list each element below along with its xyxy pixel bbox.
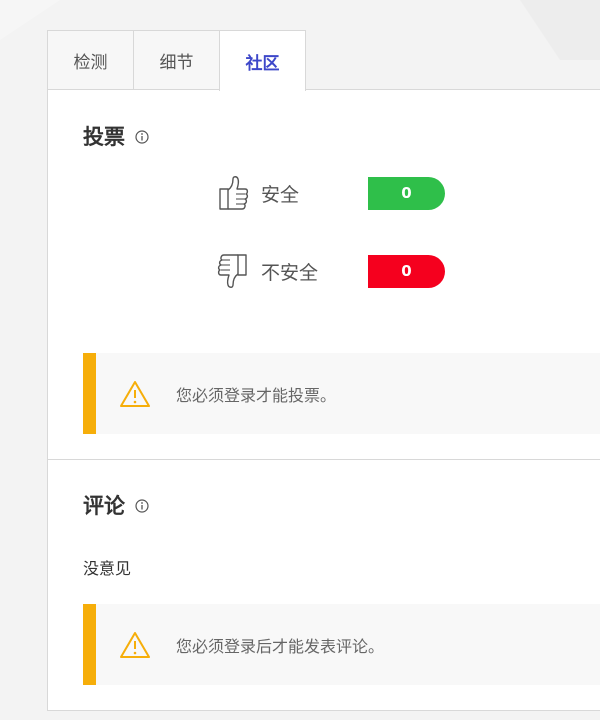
info-icon[interactable]: [135, 130, 149, 144]
info-icon[interactable]: [135, 499, 149, 513]
vote-login-notice: 您必须登录才能投票。: [176, 385, 337, 405]
tab-community[interactable]: 社区: [219, 30, 306, 91]
comments-title: 评论: [83, 494, 125, 518]
comments-section-title: 评论: [83, 490, 149, 520]
thumbs-down-icon[interactable]: [216, 251, 250, 291]
vote-login-alert: 您必须登录才能投票。: [83, 353, 600, 434]
warning-icon: [120, 631, 150, 658]
warning-icon: [120, 380, 150, 407]
thumbs-up-icon[interactable]: [216, 173, 250, 213]
community-panel: 投票 安全 0 不安全 0 您必须登录才能投票。 评论 没意见 您必须登录后才能…: [47, 89, 600, 711]
vote-unsafe-label: 不安全: [261, 261, 319, 284]
comment-login-notice: 您必须登录后才能发表评论。: [176, 636, 385, 656]
vote-safe-count: 0: [368, 176, 445, 210]
section-divider: [48, 459, 600, 460]
votes-section-title: 投票: [83, 121, 149, 151]
no-comments-text: 没意见: [83, 559, 132, 578]
votes-title: 投票: [83, 125, 125, 149]
tab-details[interactable]: 细节: [133, 30, 220, 89]
vote-safe-row[interactable]: 安全 0: [216, 171, 456, 215]
tab-bar: 检测 细节 社区: [47, 30, 306, 91]
tab-detection[interactable]: 检测: [47, 30, 134, 89]
vote-unsafe-row[interactable]: 不安全 0: [216, 249, 456, 293]
vote-safe-label: 安全: [261, 183, 300, 206]
vote-unsafe-count: 0: [368, 254, 445, 288]
comment-login-alert: 您必须登录后才能发表评论。: [83, 604, 600, 685]
